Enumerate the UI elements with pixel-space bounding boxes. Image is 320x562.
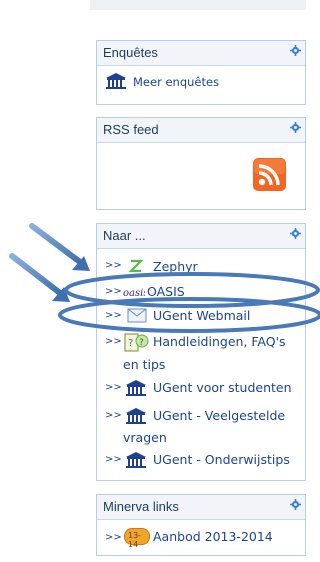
aanbod-link[interactable]: Aanbod 2013-2014 (153, 529, 273, 544)
item-prefix: >> (105, 532, 122, 543)
svg-text:?: ? (128, 338, 133, 349)
annotation-arrow-lower (9, 253, 70, 302)
item-prefix: >> (105, 310, 122, 321)
naar-header: Naar ... (97, 224, 305, 249)
minerva-block: Minerva links >> 13-14 Aanbod 2013-2014 (96, 494, 306, 556)
svg-text:oasis: oasis (123, 288, 145, 298)
item-prefix: >> (105, 454, 122, 465)
enquetes-block: Enquêtes Meer enquêtes (96, 40, 306, 105)
building-icon (126, 408, 146, 424)
envelope-icon (127, 308, 147, 323)
top-bar (90, 0, 306, 10)
zephyr-icon (128, 259, 144, 273)
minerva-title: Minerva links (103, 499, 179, 514)
enquetes-title: Enquêtes (103, 45, 158, 60)
item-prefix: >> (105, 382, 122, 393)
rss-icon[interactable] (253, 158, 286, 191)
handleidingen-link[interactable]: Handleidingen, FAQ's (153, 334, 286, 349)
rss-block: RSS feed (96, 117, 306, 210)
ugent-veelgestelde-link[interactable]: UGent - Veelgestelde (153, 408, 285, 423)
item-prefix: >> (105, 260, 122, 271)
naar-block: Naar ... >> Zephyr >> oasis OASIS >> UGe… (96, 223, 306, 481)
oasis-link[interactable]: OASIS (147, 284, 185, 299)
oasis-logo-icon: oasis (123, 288, 145, 298)
minerva-header: Minerva links (97, 495, 305, 520)
svg-text:?: ? (139, 338, 144, 348)
rss-title: RSS feed (103, 122, 159, 137)
help-doc-icon: ? ? (124, 333, 149, 352)
enquetes-header: Enquêtes (97, 41, 305, 66)
zephyr-link[interactable]: Zephyr (153, 259, 198, 274)
building-icon (106, 73, 126, 89)
year-badge-icon: 13-14 (124, 528, 150, 549)
item-prefix: >> (105, 410, 122, 421)
gear-icon[interactable] (290, 228, 301, 239)
item-prefix: >> (105, 286, 122, 297)
year-badge-text: 13-14 (128, 531, 142, 549)
ugent-webmail-link[interactable]: UGent Webmail (153, 308, 250, 323)
ugent-onderwijstips-link[interactable]: UGent - Onderwijstips (153, 452, 290, 467)
handleidingen-link-line2[interactable]: en tips (123, 357, 165, 372)
gear-icon[interactable] (290, 499, 301, 510)
rss-header: RSS feed (97, 118, 305, 143)
building-icon (126, 452, 146, 468)
item-prefix: >> (105, 336, 122, 347)
gear-icon[interactable] (290, 122, 301, 133)
naar-title: Naar ... (103, 228, 146, 243)
annotation-arrow-upper (29, 223, 90, 271)
meer-enquetes-link[interactable]: Meer enquêtes (133, 75, 219, 89)
gear-icon[interactable] (290, 45, 301, 56)
building-icon (126, 380, 146, 396)
ugent-voor-studenten-link[interactable]: UGent voor studenten (153, 380, 292, 395)
ugent-veelgestelde-link-line2[interactable]: vragen (123, 430, 167, 445)
